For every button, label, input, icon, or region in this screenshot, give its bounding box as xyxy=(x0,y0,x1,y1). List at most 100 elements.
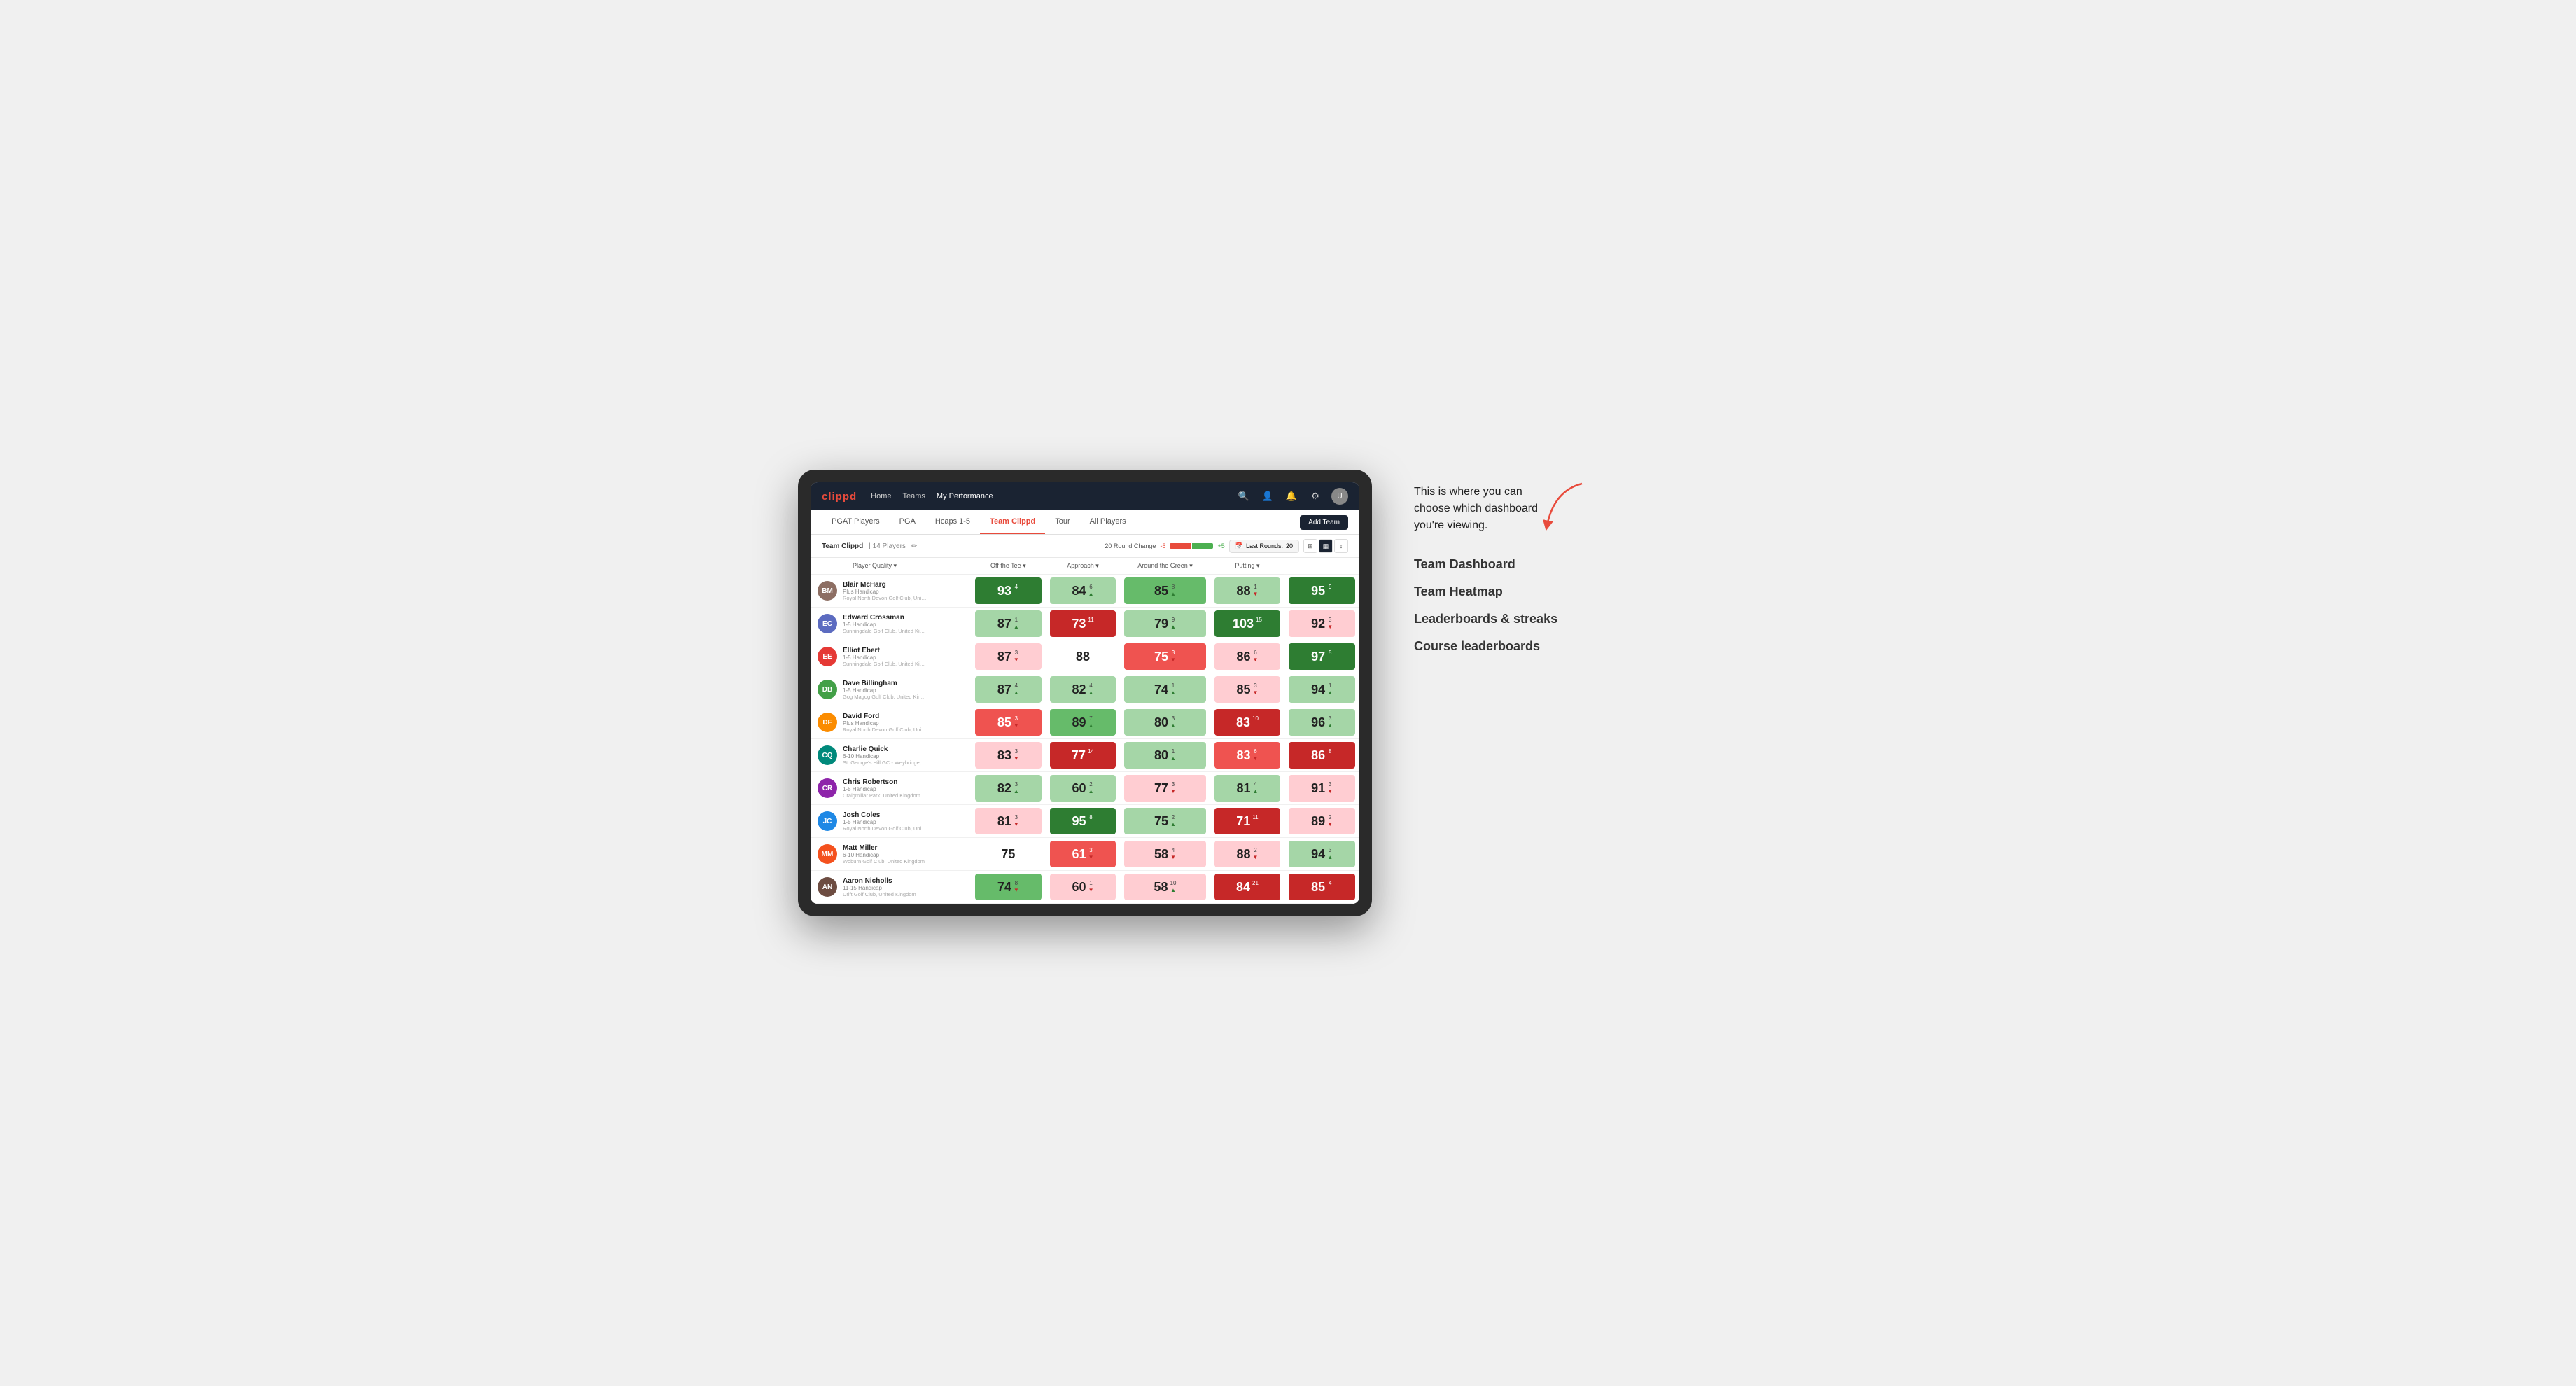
score-box: 75 xyxy=(975,841,1042,867)
player-club: Craigmillar Park, United Kingdom xyxy=(843,792,920,799)
option-team-dashboard[interactable]: Team Dashboard xyxy=(1414,557,1610,572)
score-value: 88 xyxy=(1236,584,1250,598)
score-approach: 82 4▲ xyxy=(1046,673,1121,706)
bell-icon[interactable]: 🔔 xyxy=(1284,489,1299,504)
trend-down-icon: ▼ xyxy=(1327,887,1333,894)
tab-tour[interactable]: Tour xyxy=(1045,510,1079,534)
nav-icons: 🔍 👤 🔔 ⚙ U xyxy=(1236,488,1348,505)
score-box: 95 8▲ xyxy=(1050,808,1116,834)
trend-down-icon: ▼ xyxy=(1253,690,1259,696)
annotation-panel: This is where you can choose which dashb… xyxy=(1414,470,1610,654)
nav-home[interactable]: Home xyxy=(871,491,891,502)
player-cell[interactable]: JC Josh Coles 1-5 Handicap Royal North D… xyxy=(811,807,971,836)
trend-down-icon: ▼ xyxy=(1253,854,1259,861)
tab-pgat-players[interactable]: PGAT Players xyxy=(822,510,890,534)
score-box: 81 4▲ xyxy=(1214,775,1281,802)
col-approach[interactable]: Approach ▾ xyxy=(1046,558,1121,575)
tab-all-players[interactable]: All Players xyxy=(1080,510,1136,534)
last-rounds-button[interactable]: 📅 Last Rounds: 20 xyxy=(1229,540,1299,553)
score-box: 88 xyxy=(1050,643,1116,670)
edit-icon[interactable]: ✏ xyxy=(911,542,917,550)
score-box: 86 8▼ xyxy=(1289,742,1355,769)
score-value: 89 xyxy=(1311,814,1325,829)
score-value: 71 xyxy=(1236,814,1250,829)
heatmap-view-button[interactable]: ▦ xyxy=(1319,539,1333,553)
player-cell[interactable]: DB Dave Billingham 1-5 Handicap Gog Mago… xyxy=(811,676,971,704)
trend-down-icon: ▼ xyxy=(1088,887,1094,894)
option-team-heatmap[interactable]: Team Heatmap xyxy=(1414,584,1610,599)
score-change: 8▲ xyxy=(1088,814,1094,827)
option-leaderboards[interactable]: Leaderboards & streaks xyxy=(1414,612,1610,626)
score-change: 11▼ xyxy=(1088,617,1093,630)
app-logo[interactable]: clippd xyxy=(822,491,857,503)
score-value: 94 xyxy=(1311,682,1325,697)
col-putting[interactable]: Putting ▾ xyxy=(1210,558,1285,575)
nav-links: Home Teams My Performance xyxy=(871,491,993,502)
player-name: Dave Billingham xyxy=(843,680,927,687)
tab-pga[interactable]: PGA xyxy=(890,510,925,534)
nav-my-performance[interactable]: My Performance xyxy=(937,491,993,502)
score-value: 96 xyxy=(1311,715,1325,730)
tab-team-clippd[interactable]: Team Clippd xyxy=(980,510,1045,534)
score-change: 3▲ xyxy=(1014,781,1019,794)
option-course-leaderboards[interactable]: Course leaderboards xyxy=(1414,639,1610,654)
score-player-quality: 97 5▲ xyxy=(1284,640,1359,673)
table-row: DB Dave Billingham 1-5 Handicap Gog Mago… xyxy=(811,673,1359,706)
score-approach: 60 2▲ xyxy=(1046,772,1121,805)
trend-up-icon: ▲ xyxy=(1327,657,1333,664)
score-player-quality: 95 9▲ xyxy=(1284,575,1359,608)
chart-view-button[interactable]: ↕ xyxy=(1334,539,1348,553)
tab-hcaps[interactable]: Hcaps 1-5 xyxy=(925,510,980,534)
score-box: 58 4▼ xyxy=(1124,841,1205,867)
score-change: 1▲ xyxy=(1014,617,1019,630)
trend-up-icon: ▲ xyxy=(1014,624,1019,631)
sub-nav: PGAT Players PGA Hcaps 1-5 Team Clippd T… xyxy=(811,510,1359,535)
trend-up-icon: ▲ xyxy=(1088,722,1094,729)
trend-down-icon: ▼ xyxy=(1014,755,1019,762)
user-icon[interactable]: 👤 xyxy=(1260,489,1275,504)
player-name: Matt Miller xyxy=(843,844,925,852)
trend-up-icon: ▲ xyxy=(1170,624,1176,631)
score-putting: 81 4▲ xyxy=(1210,772,1285,805)
score-change: 1▲ xyxy=(1327,682,1333,696)
player-cell[interactable]: EE Elliot Ebert 1-5 Handicap Sunningdale… xyxy=(811,643,971,671)
search-icon[interactable]: 🔍 xyxy=(1236,489,1252,504)
nav-teams[interactable]: Teams xyxy=(903,491,925,502)
player-cell[interactable]: MM Matt Miller 6-10 Handicap Woburn Golf… xyxy=(811,840,971,869)
player-handicap: 1-5 Handicap xyxy=(843,687,927,694)
score-change: 3▼ xyxy=(1253,682,1259,696)
score-change: 9▲ xyxy=(1327,584,1333,597)
player-info: Aaron Nicholls 11-15 Handicap Drift Golf… xyxy=(843,877,916,897)
player-cell[interactable]: CR Chris Robertson 1-5 Handicap Craigmil… xyxy=(811,774,971,803)
score-value: 93 xyxy=(997,584,1011,598)
score-value: 58 xyxy=(1154,847,1168,862)
add-team-button[interactable]: Add Team xyxy=(1300,515,1348,530)
player-club: Royal North Devon Golf Club, United King… xyxy=(843,825,927,832)
change-plus: +5 xyxy=(1217,542,1224,550)
player-cell[interactable]: EC Edward Crossman 1-5 Handicap Sunningd… xyxy=(811,610,971,638)
col-off-tee[interactable]: Off the Tee ▾ xyxy=(971,558,1046,575)
score-value: 95 xyxy=(1311,584,1325,598)
player-avatar: EC xyxy=(818,614,837,634)
score-box: 83 6▼ xyxy=(1214,742,1281,769)
col-around-green[interactable]: Around the Green ▾ xyxy=(1120,558,1210,575)
player-cell[interactable]: AN Aaron Nicholls 11-15 Handicap Drift G… xyxy=(811,873,971,902)
player-cell[interactable]: DF David Ford Plus Handicap Royal North … xyxy=(811,708,971,737)
score-value: 77 xyxy=(1154,781,1168,796)
col-player-quality[interactable]: Player Quality ▾ xyxy=(811,558,971,575)
score-off-tee: 82 3▲ xyxy=(971,772,1046,805)
settings-icon[interactable]: ⚙ xyxy=(1308,489,1323,504)
score-player-quality: 94 3▲ xyxy=(1284,838,1359,871)
score-box: 75 3▼ xyxy=(1124,643,1205,670)
player-cell[interactable]: BM Blair McHarg Plus Handicap Royal Nort… xyxy=(811,577,971,606)
player-club: Gog Magog Golf Club, United Kingdom xyxy=(843,694,927,700)
user-avatar[interactable]: U xyxy=(1331,488,1348,505)
player-cell[interactable]: CQ Charlie Quick 6-10 Handicap St. Georg… xyxy=(811,741,971,770)
player-handicap: Plus Handicap xyxy=(843,720,927,727)
score-change: 3▼ xyxy=(1014,814,1019,827)
grid-view-button[interactable]: ⊞ xyxy=(1303,539,1317,553)
tablet-frame: clippd Home Teams My Performance 🔍 👤 🔔 ⚙… xyxy=(798,470,1372,916)
score-box: 61 3▼ xyxy=(1050,841,1116,867)
score-off-tee: 81 3▼ xyxy=(971,805,1046,838)
score-change: 1▲ xyxy=(1170,748,1176,762)
